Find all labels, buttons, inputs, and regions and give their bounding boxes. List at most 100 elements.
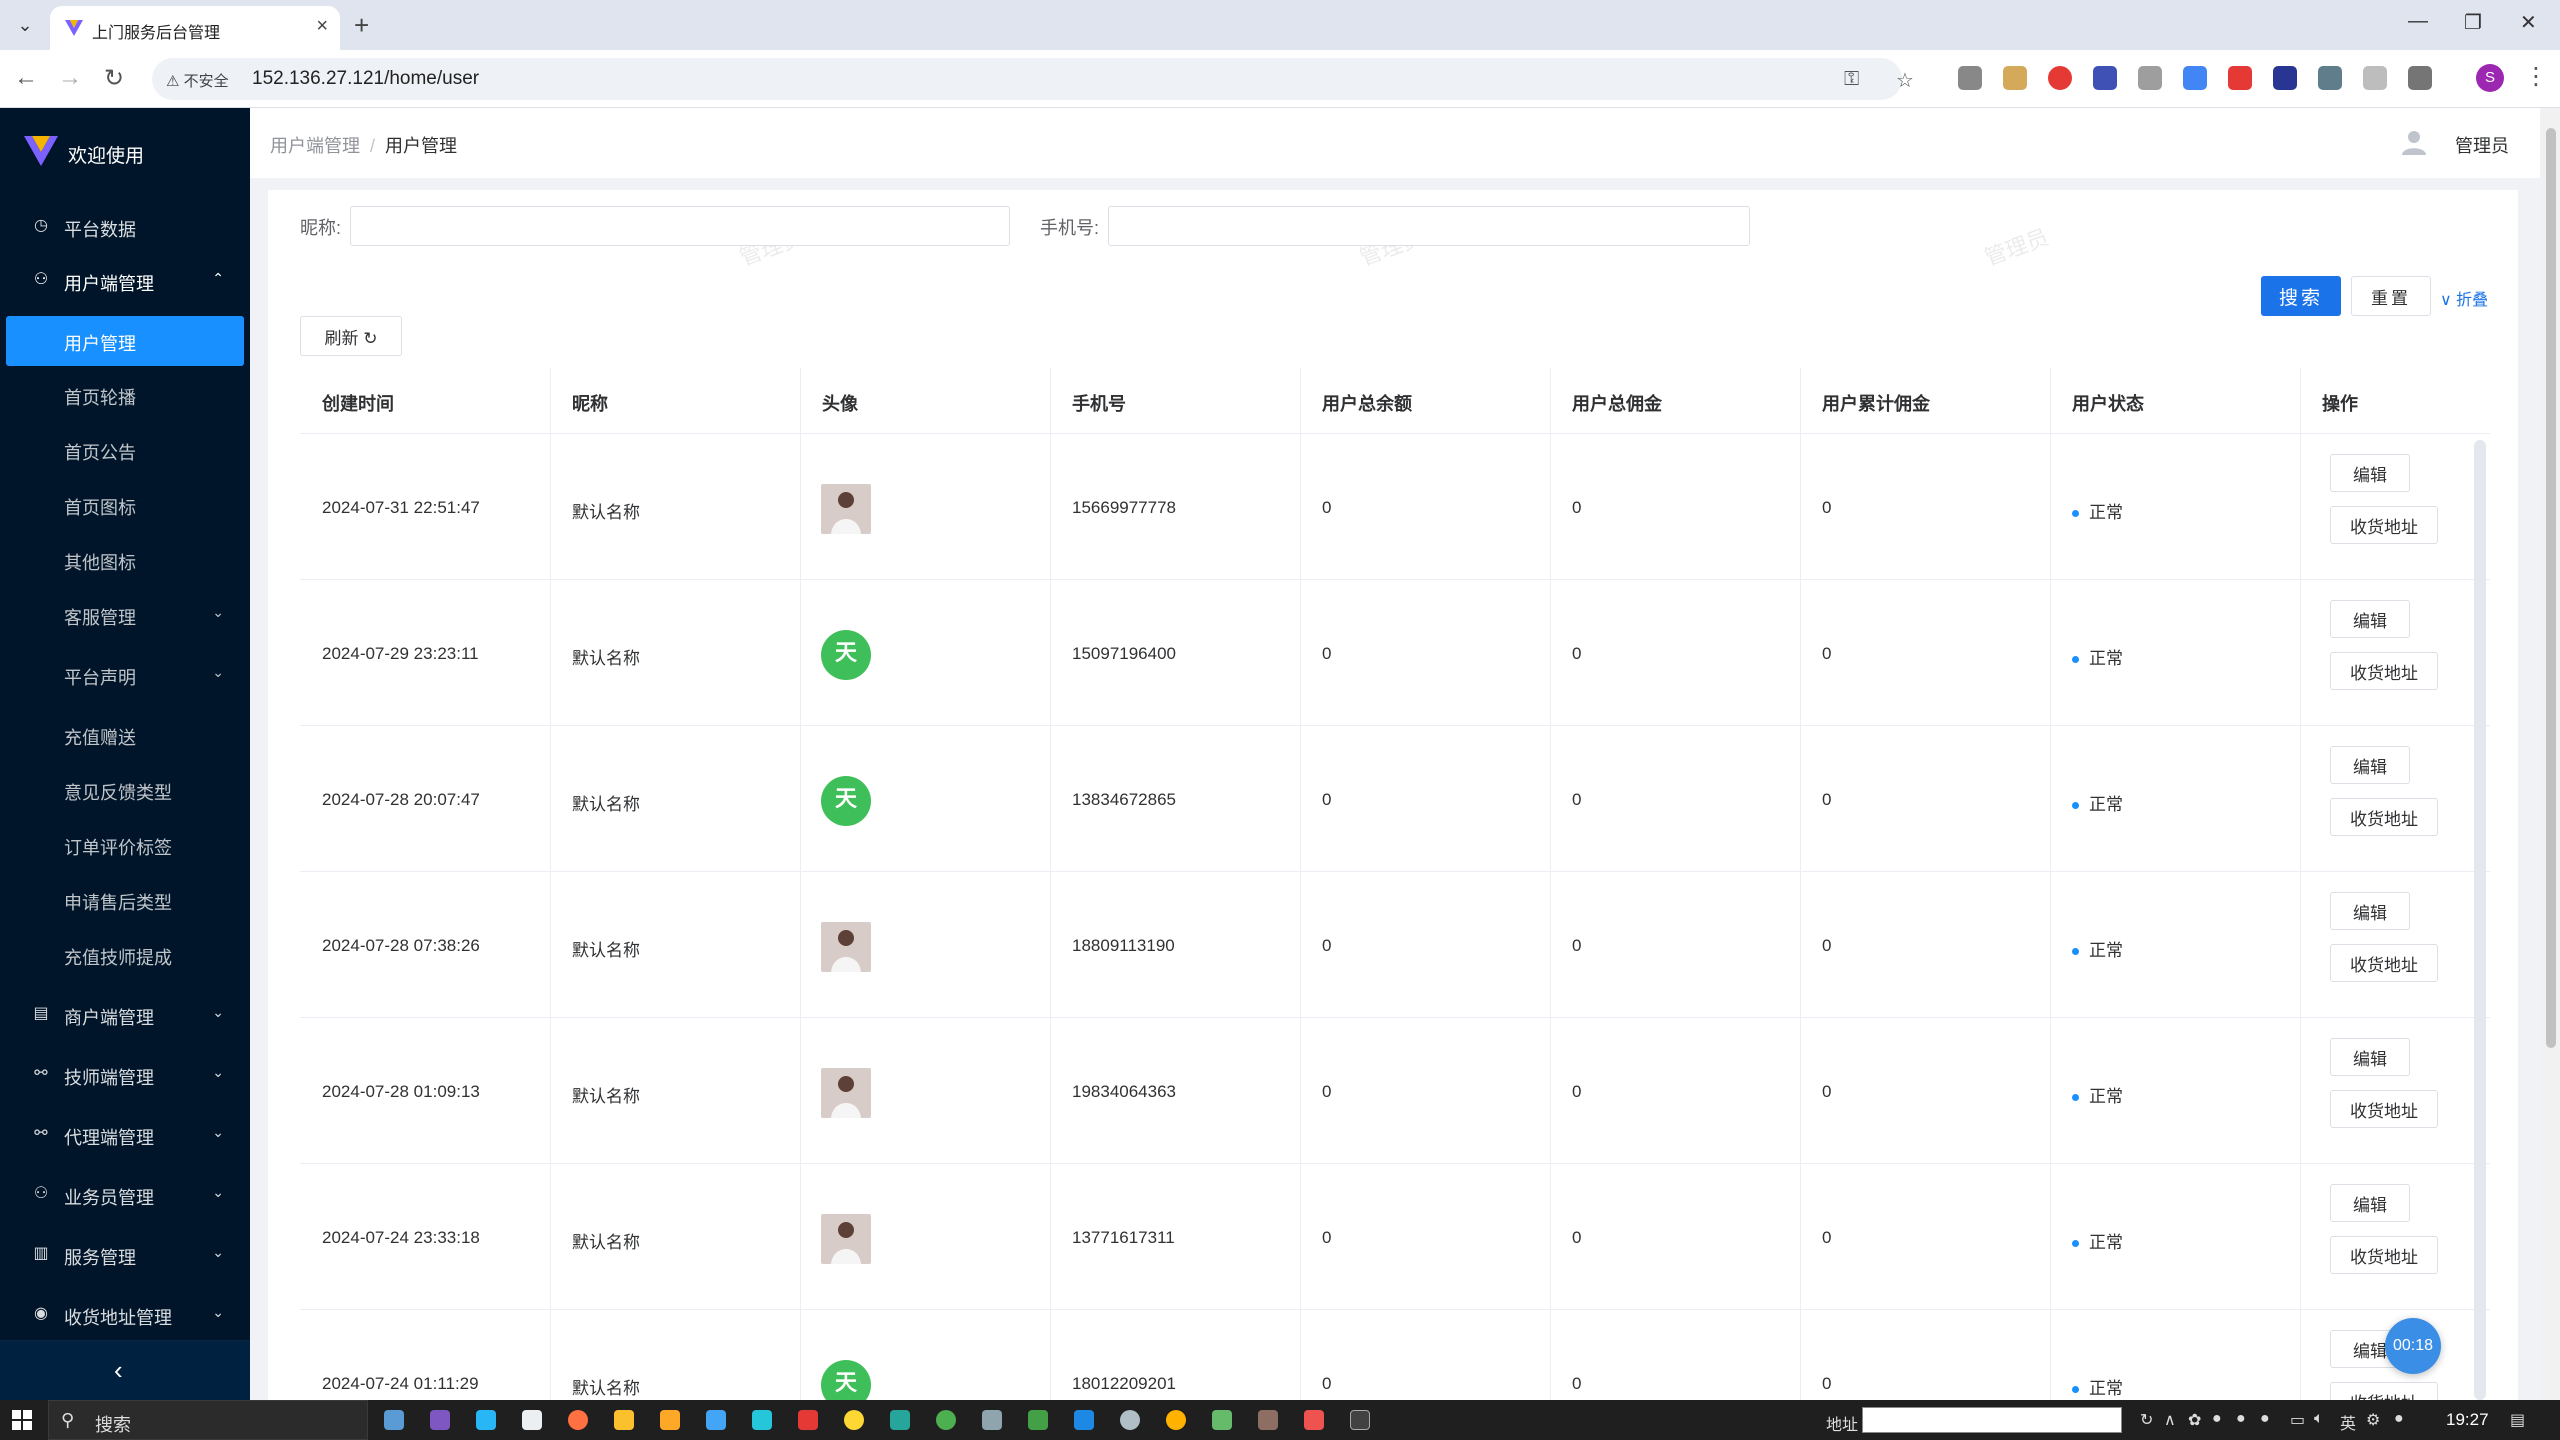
taskbar-app-icon[interactable]	[660, 1410, 680, 1430]
page-scrollbar[interactable]	[2542, 108, 2560, 1400]
restore-icon[interactable]: ❐	[2464, 10, 2482, 35]
tray-app-icon[interactable]: ●	[2236, 1410, 2246, 1428]
browser-tab[interactable]: 上门服务后台管理 ×	[50, 6, 340, 50]
input-language[interactable]: 英	[2340, 1410, 2356, 1434]
sidebar-item-address-management[interactable]: ◉ 收货地址管理 ⌄	[6, 1290, 244, 1340]
recording-timer[interactable]: 00:18	[2385, 1318, 2441, 1374]
network-icon[interactable]: ▭	[2290, 1410, 2305, 1430]
sidebar-item-platform-statement[interactable]: 平台声明 ⌄	[6, 650, 244, 700]
search-button[interactable]: 搜索	[2261, 276, 2341, 316]
browser-menu-icon[interactable]: ⋮	[2524, 62, 2548, 91]
forward-icon[interactable]: →	[58, 64, 82, 92]
edit-button[interactable]: 编辑	[2330, 1184, 2410, 1222]
user-name[interactable]: 管理员	[2455, 132, 2509, 158]
sidebar-item-home-carousel[interactable]: 首页轮播	[6, 370, 244, 420]
minimize-icon[interactable]: —	[2408, 10, 2428, 33]
url-text[interactable]: 152.136.27.121/home/user	[252, 68, 479, 90]
sidebar-item-merchant-management[interactable]: ▤ 商户端管理 ⌄	[6, 990, 244, 1040]
insecure-indicator[interactable]: ⚠ 不安全	[166, 70, 229, 91]
refresh-icon[interactable]: ↻	[2140, 1410, 2153, 1430]
tray-wechat-icon[interactable]: ●	[2212, 1410, 2222, 1428]
extension-icon[interactable]	[2228, 66, 2252, 90]
edit-button[interactable]: 编辑	[2330, 600, 2410, 638]
file-explorer-icon[interactable]	[614, 1410, 634, 1430]
breadcrumb-parent[interactable]: 用户端管理	[270, 136, 360, 156]
sidebar-item-review-tags[interactable]: 订单评价标签	[6, 820, 244, 870]
taskbar-app-icon[interactable]	[1212, 1410, 1232, 1430]
sidebar-item-technician-management[interactable]: ⚯ 技师端管理 ⌄	[6, 1050, 244, 1100]
back-icon[interactable]: ←	[14, 64, 38, 92]
collapse-filters-link[interactable]: ∨ 折叠	[2440, 286, 2488, 310]
sidebar-item-other-icons[interactable]: 其他图标	[6, 535, 244, 585]
refresh-button[interactable]: 刷新 ↻	[300, 316, 402, 356]
page-scrollbar-thumb[interactable]	[2546, 128, 2556, 1048]
shipping-address-button[interactable]: 收货地址	[2330, 652, 2438, 690]
taskbar-app-icon[interactable]	[1258, 1410, 1278, 1430]
notifications-icon[interactable]: ▤	[2510, 1410, 2525, 1430]
shipping-address-button[interactable]: 收货地址	[2330, 506, 2438, 544]
sidebar-item-service-management[interactable]: ▥ 服务管理 ⌄	[6, 1230, 244, 1280]
edit-button[interactable]: 编辑	[2330, 454, 2410, 492]
edit-button[interactable]: 编辑	[2330, 1038, 2410, 1076]
volume-icon[interactable]: 🔈︎	[2314, 1410, 2324, 1428]
wps-icon[interactable]	[798, 1410, 818, 1430]
sidebar-item-technician-commission[interactable]: 充值技师提成	[6, 930, 244, 980]
sidebar-item-aftersale-types[interactable]: 申请售后类型	[6, 875, 244, 925]
chat-icon[interactable]	[1120, 1410, 1140, 1430]
new-tab-icon[interactable]: +	[354, 10, 369, 41]
taskbar-clock[interactable]: 19:27	[2446, 1410, 2489, 1430]
windows-start-icon[interactable]	[12, 1410, 32, 1430]
puzzle-extensions-icon[interactable]	[2408, 66, 2432, 90]
taskbar-search-box[interactable]: ⚲ 搜索	[48, 1400, 368, 1440]
tray-app-icon[interactable]: ●	[2260, 1410, 2270, 1428]
taskbar-app-icon[interactable]	[1304, 1410, 1324, 1430]
nickname-input[interactable]	[350, 206, 1010, 246]
taskbar-app-icon[interactable]	[1028, 1410, 1048, 1430]
shield-extension-icon[interactable]	[2048, 66, 2072, 90]
sidebar-item-users[interactable]: 用户管理	[6, 316, 244, 366]
sidebar-item-feedback-types[interactable]: 意见反馈类型	[6, 765, 244, 815]
shipping-address-button[interactable]: 收货地址	[2330, 798, 2438, 836]
taskbar-app-icon[interactable]	[890, 1410, 910, 1430]
taskbar-app-icon[interactable]	[982, 1410, 1002, 1430]
sidebar-item-customer-service[interactable]: 客服管理 ⌄	[6, 590, 244, 640]
tray-app-icon[interactable]: ●	[2394, 1410, 2404, 1428]
reload-icon[interactable]: ↻	[104, 64, 124, 93]
taskbar-app-icon[interactable]	[522, 1410, 542, 1430]
extension-icon[interactable]	[2363, 66, 2387, 90]
search-extension-icon[interactable]	[2318, 66, 2342, 90]
profile-avatar[interactable]: S	[2476, 64, 2504, 92]
extension-icon[interactable]	[2093, 66, 2117, 90]
sidebar-item-agent-management[interactable]: ⚯ 代理端管理 ⌄	[6, 1110, 244, 1160]
bookmark-star-icon[interactable]: ☆	[1896, 68, 1914, 93]
window-close-icon[interactable]: ✕	[2520, 10, 2537, 35]
wechat-icon[interactable]	[936, 1410, 956, 1430]
sidebar-item-home-notice[interactable]: 首页公告	[6, 425, 244, 475]
translate-extension-icon[interactable]	[2183, 66, 2207, 90]
shipping-address-button[interactable]: 收货地址	[2330, 1090, 2438, 1128]
terminal-icon[interactable]	[1350, 1410, 1370, 1430]
chevron-left-icon[interactable]: ‹	[114, 1355, 123, 1386]
sidebar-item-platform-data[interactable]: ◷ 平台数据	[6, 202, 244, 252]
copy-extension-icon[interactable]	[2138, 66, 2162, 90]
sidebar-item-recharge-bonus[interactable]: 充值赠送	[6, 710, 244, 760]
extension-icon[interactable]	[2273, 66, 2297, 90]
taskbar-app-icon[interactable]	[752, 1410, 772, 1430]
shipping-address-button[interactable]: 收货地址	[2330, 1236, 2438, 1274]
taskbar-app-icon[interactable]	[1166, 1410, 1186, 1430]
tray-app-icon[interactable]: ⚙	[2366, 1410, 2380, 1430]
tray-chevron-up-icon[interactable]: ∧	[2164, 1410, 2176, 1430]
image-extension-icon[interactable]	[2003, 66, 2027, 90]
shipping-address-button[interactable]: 收货地址	[2330, 944, 2438, 982]
tab-search-icon[interactable]: ⌄	[10, 12, 40, 38]
taskbar-app-icon[interactable]	[384, 1410, 404, 1430]
sidebar-item-home-icons[interactable]: 首页图标	[6, 480, 244, 530]
taskbar-app-icon[interactable]	[706, 1410, 726, 1430]
key-icon[interactable]: ⚿	[1844, 68, 1859, 91]
close-tab-icon[interactable]: ×	[316, 15, 328, 38]
edit-button[interactable]: 编辑	[2330, 746, 2410, 784]
user-avatar-icon[interactable]	[2400, 128, 2428, 156]
word-icon[interactable]	[1074, 1410, 1094, 1430]
table-scrollbar[interactable]	[2474, 440, 2486, 1400]
reset-button[interactable]: 重置	[2351, 276, 2431, 316]
